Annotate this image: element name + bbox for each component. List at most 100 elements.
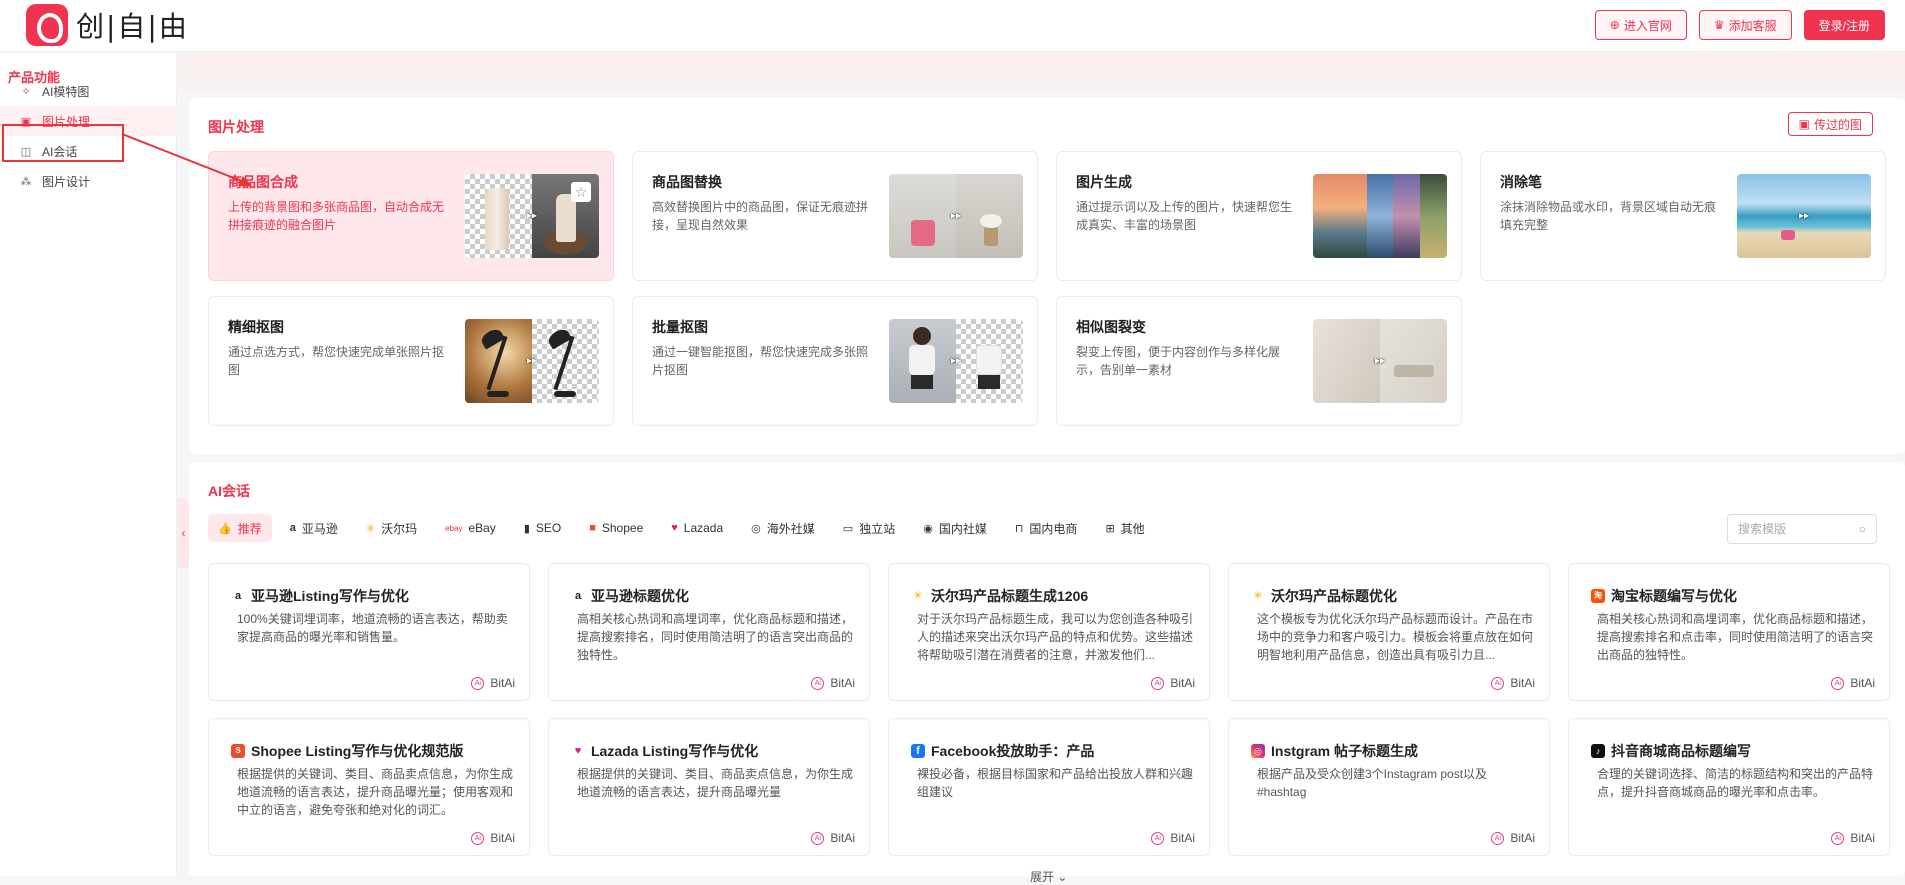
template-card-author: BitAi (1510, 831, 1535, 845)
bitai-icon: Ai (811, 831, 825, 845)
feature-card-product-replace[interactable]: 商品图替换 高效替换图片中的商品图，保证无痕迹拼接，呈现自然效果 ▸▸ (632, 151, 1038, 281)
logo[interactable]: 创|自|由 (26, 4, 189, 46)
template-card-author: BitAi (490, 676, 515, 690)
lazada-icon: ♥ (671, 522, 678, 534)
template-card[interactable]: f Facebook投放助手：产品 裸投必备，根据目标国家和产品给出投放人群和兴趣… (888, 718, 1210, 856)
template-card[interactable]: ♪ 抖音商城商品标题编写 合理的关键词选择、简洁的标题结构和突出的产品特点，提升抖… (1568, 718, 1890, 856)
template-card[interactable]: ✳ 沃尔玛产品标题优化 这个模板专为优化沃尔玛产品标题而设计。产品在市场中的竞争力… (1228, 563, 1550, 701)
bitai-icon: Ai (1831, 676, 1845, 690)
section-title: AI会话 (208, 483, 250, 499)
target-icon: ◉ (923, 522, 933, 535)
tab-ebay[interactable]: ebay eBay (435, 514, 506, 542)
star-icon[interactable]: ☆ (571, 182, 591, 202)
tab-label: Lazada (683, 521, 724, 535)
sidebar: 产品功能 ✧ AI模特图 ▣ 图片处理 ◫ AI会话 ⁂ 图片设计 (0, 53, 177, 876)
sidebar-item-ai-model[interactable]: ✧ AI模特图 (0, 76, 177, 106)
bitai-icon: Ai (1831, 831, 1845, 845)
tab-label: 沃尔玛 (381, 521, 418, 536)
lazada-icon: ♥ (574, 745, 582, 757)
add-support-button[interactable]: ♛ 添加客服 (1698, 10, 1792, 40)
bar-chart-icon: ▮ (523, 522, 530, 535)
eraser-thumbnail: ▸▸ (1737, 174, 1871, 258)
tab-label: 国内电商 (1029, 521, 1078, 536)
login-register-label: 登录/注册 (1818, 18, 1870, 33)
image-icon: ▣ (1798, 117, 1810, 131)
tab-domestic-ecommerce[interactable]: ⊓ 国内电商 (1005, 514, 1088, 542)
template-card[interactable]: S Shopee Listing写作与优化规范版 根据提供的关键词、类目、商品卖点… (208, 718, 530, 856)
arrow-right-icon: ▸▸ (1374, 355, 1386, 367)
feature-card-title: 图片生成 (1076, 174, 1132, 190)
sidebar-item-image-design[interactable]: ⁂ 图片设计 (0, 166, 177, 196)
feature-card-title: 相似图裂变 (1076, 319, 1146, 335)
template-card[interactable]: a 亚马逊标题优化 高相关核心热词和高埋词率，优化商品标题和描述，提高搜索排名，同… (548, 563, 870, 701)
template-card[interactable]: ◎ Instgram 帖子标题生成 根据产品及受众创建3个Instagram po… (1228, 718, 1550, 856)
sparkle-icon: ✧ (21, 85, 31, 98)
tab-walmart[interactable]: ✳ 沃尔玛 (356, 514, 427, 542)
tab-label: 亚马逊 (301, 521, 338, 536)
feature-card-similar-variation[interactable]: 相似图裂变 裂变上传图，便于内容创作与多样化展示，告别单一素材 ▸▸ (1056, 296, 1462, 426)
tab-seo[interactable]: ▮ SEO (514, 514, 571, 542)
template-card-author: BitAi (1170, 831, 1195, 845)
feature-card-image-generate[interactable]: 图片生成 通过提示词以及上传的图片，快速帮您生成真实、丰富的场景图 (1056, 151, 1462, 281)
tab-recommended[interactable]: 👍 推荐 (208, 514, 272, 542)
store-icon: ▭ (842, 522, 854, 535)
globe-chat-icon: ◎ (751, 522, 761, 535)
template-card-author: BitAi (1850, 831, 1875, 845)
generate-thumbnail (1313, 174, 1447, 258)
template-card-title: Lazada Listing写作与优化 (591, 743, 759, 759)
sidebar-item-label: 图片设计 (42, 174, 91, 189)
bitai-icon: Ai (471, 676, 485, 690)
grid-icon: ⊞ (1105, 522, 1115, 535)
bitai-icon: Ai (1151, 831, 1165, 845)
template-card-title: 沃尔玛产品标题优化 (1271, 588, 1397, 604)
template-card-title: Facebook投放助手：产品 (931, 743, 1095, 759)
tab-label: Shopee (601, 521, 644, 535)
arrow-right-icon: ▸▸ (526, 210, 538, 222)
feature-card-desc: 通过点选方式，帮您快速完成单张照片抠图 (228, 345, 445, 377)
bitai-icon: Ai (811, 676, 825, 690)
facebook-icon: f (911, 744, 925, 758)
template-card-title: 亚马逊Listing写作与优化 (251, 588, 409, 604)
template-card[interactable]: ♥ Lazada Listing写作与优化 根据提供的关键词、类目、商品卖点信息，… (548, 718, 870, 856)
template-card-desc: 100%关键词埋词率，地道流畅的语言表达，帮助卖家提高商品的曝光率和销售量。 (237, 612, 508, 644)
tab-label: 国内社媒 (938, 521, 987, 536)
template-card[interactable]: ✳ 沃尔玛产品标题生成1206 对于沃尔玛产品标题生成，我可以为您创造各种吸引人的… (888, 563, 1210, 701)
search-icon[interactable]: ○ (1859, 522, 1866, 536)
tab-domestic-social[interactable]: ◉ 国内社媒 (913, 514, 997, 542)
tab-independent-site[interactable]: ▭ 独立站 (833, 514, 905, 542)
collapse-sidebar-handle[interactable]: ‹ (178, 498, 189, 568)
official-site-button[interactable]: ⊕ 进入官网 (1594, 10, 1687, 40)
template-card-desc: 高相关核心热词和高埋词率，优化商品标题和描述，提高搜索排名和点击率，同时使用简洁… (1597, 612, 1873, 662)
template-card[interactable]: 淘淘宝标题编写与优化 高相关核心热词和高埋词率，优化商品标题和描述，提高搜索排名… (1568, 563, 1890, 701)
feature-card-eraser[interactable]: 消除笔 涂抹消除物品或水印，背景区域自动无痕填充完整 ▸▸ (1480, 151, 1886, 281)
tab-other[interactable]: ⊞ 其他 (1095, 514, 1154, 542)
walmart-icon: ✳ (1253, 590, 1263, 602)
feature-card-desc: 通过提示词以及上传的图片，快速帮您生成真实、丰富的场景图 (1076, 200, 1293, 232)
template-card-title: 淘宝标题编写与优化 (1611, 588, 1737, 604)
feature-card-product-composite[interactable]: 商品图合成 上传的背景图和多张商品图，自动合成无拼接痕迹的融合图片 ▸▸ ☆ (208, 151, 614, 281)
bitai-icon: Ai (1491, 831, 1505, 845)
globe-icon: ⊕ (1609, 18, 1620, 32)
ebay-icon: ebay (445, 523, 463, 533)
tab-amazon[interactable]: a 亚马逊 (280, 514, 348, 542)
expand-button[interactable]: 展开 ⌄ (1030, 868, 1067, 885)
gift-icon: ♛ (1713, 18, 1725, 32)
feature-card-fine-cutout[interactable]: 精细抠图 通过点选方式，帮您快速完成单张照片抠图 ▸▸ (208, 296, 614, 426)
feature-card-batch-cutout[interactable]: 批量抠图 通过一键智能抠图，帮您快速完成多张照片抠图 ▸▸ (632, 296, 1038, 426)
add-support-label: 添加客服 (1728, 18, 1777, 33)
section-title: 图片处理 (208, 119, 264, 135)
official-site-label: 进入官网 (1623, 18, 1672, 33)
login-register-button[interactable]: 登录/注册 (1803, 10, 1885, 40)
search-input[interactable] (1738, 522, 1848, 536)
template-card-desc: 根据提供的关键词、类目、商品卖点信息，为你生成地道流畅的语言表达，提升商品曝光量 (577, 767, 853, 799)
tab-label: 推荐 (237, 521, 262, 536)
bitai-icon: Ai (1491, 676, 1505, 690)
tab-lazada[interactable]: ♥ Lazada (661, 514, 733, 542)
taobao-icon: 淘 (1591, 589, 1605, 603)
feature-card-title: 商品图合成 (228, 174, 298, 190)
template-card-title: Shopee Listing写作与优化规范版 (251, 743, 464, 759)
tab-overseas-social[interactable]: ◎ 海外社媒 (741, 514, 825, 542)
uploaded-images-button[interactable]: ▣ 传过的图 (1787, 112, 1873, 136)
tab-shopee[interactable]: ■ Shopee (579, 514, 653, 542)
template-card[interactable]: a 亚马逊Listing写作与优化 100%关键词埋词率，地道流畅的语言表达，帮助… (208, 563, 530, 701)
